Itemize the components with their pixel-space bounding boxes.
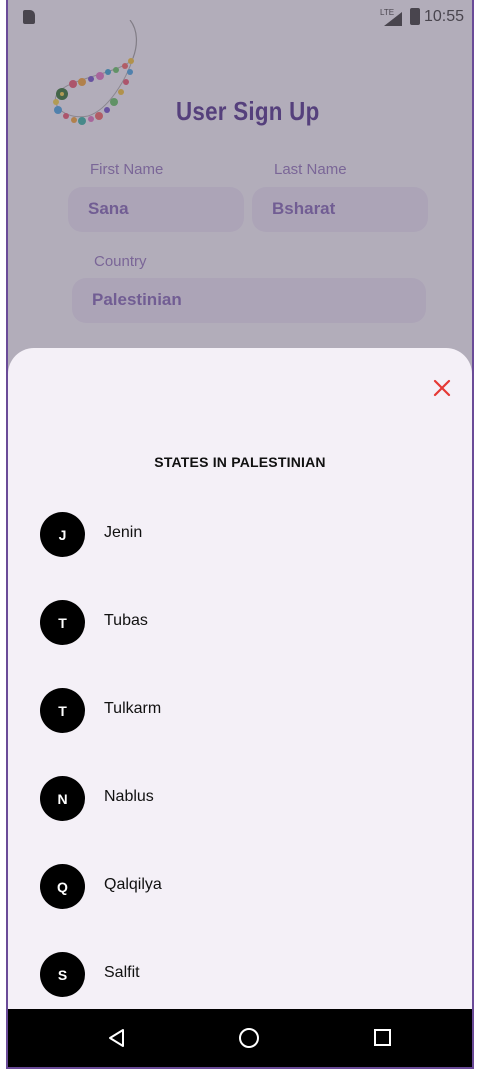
state-item[interactable]: J Jenin bbox=[8, 510, 472, 598]
close-button[interactable] bbox=[428, 374, 456, 402]
system-nav-bar bbox=[8, 1009, 472, 1067]
back-icon[interactable] bbox=[106, 1027, 128, 1049]
state-list: J Jenin T Tubas T Tulkarm N Nablus Q Qal… bbox=[8, 510, 472, 1038]
state-item[interactable]: N Nablus bbox=[8, 774, 472, 862]
state-name: Qalqilya bbox=[104, 876, 162, 893]
state-avatar: Q bbox=[40, 864, 85, 909]
state-name: Tulkarm bbox=[104, 700, 162, 717]
state-avatar: T bbox=[40, 688, 85, 733]
state-name: Tubas bbox=[104, 612, 148, 629]
close-icon bbox=[433, 379, 451, 397]
state-avatar: S bbox=[40, 952, 85, 997]
state-name: Salfit bbox=[104, 964, 140, 981]
home-icon[interactable] bbox=[239, 1028, 259, 1048]
sheet-title: STATES IN PALESTINIAN bbox=[154, 454, 326, 470]
state-item[interactable]: T Tubas bbox=[8, 598, 472, 686]
state-avatar: T bbox=[40, 600, 85, 645]
state-avatar: J bbox=[40, 512, 85, 557]
state-avatar: N bbox=[40, 776, 85, 821]
state-item[interactable]: T Tulkarm bbox=[8, 686, 472, 774]
states-bottom-sheet: STATES IN PALESTINIAN J Jenin T Tubas T … bbox=[8, 348, 472, 1067]
recent-apps-icon[interactable] bbox=[374, 1029, 391, 1046]
state-name: Nablus bbox=[104, 788, 154, 805]
phone-frame: LTE 10:55 User Sign Up First Name Sana L… bbox=[6, 0, 474, 1069]
state-name: Jenin bbox=[104, 524, 143, 541]
state-item[interactable]: Q Qalqilya bbox=[8, 862, 472, 950]
